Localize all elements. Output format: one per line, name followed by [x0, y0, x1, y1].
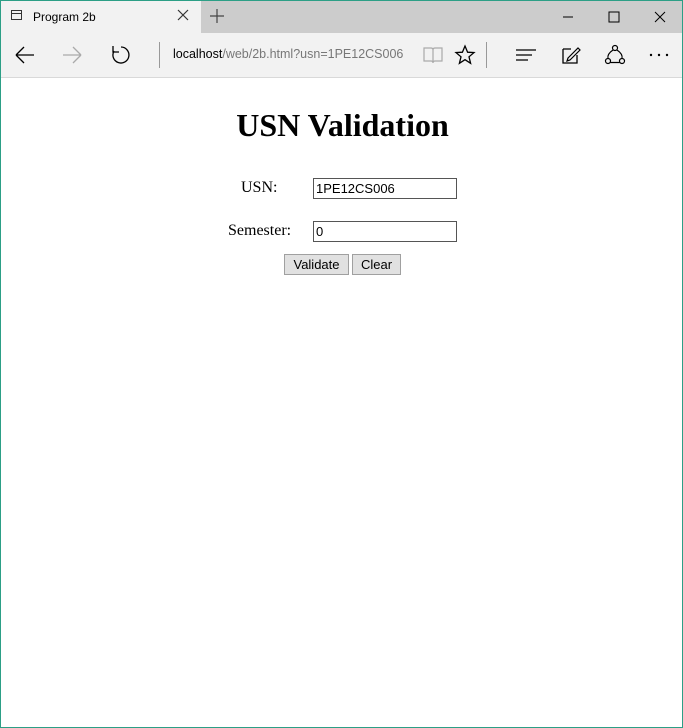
close-window-button[interactable]: [637, 1, 683, 33]
address-host: localhost: [173, 47, 223, 61]
more-icon[interactable]: [647, 43, 671, 67]
address-path: /web/2b.html?usn=1PE12CS006: [222, 47, 404, 61]
web-note-icon[interactable]: [559, 43, 583, 67]
close-icon: [654, 11, 666, 23]
divider: [486, 42, 487, 68]
page-icon: [11, 10, 22, 20]
page-title: USN Validation: [236, 107, 449, 143]
usn-label: USN:: [241, 179, 278, 196]
semester-input[interactable]: [313, 221, 457, 242]
maximize-button[interactable]: [591, 1, 637, 33]
hub-icon[interactable]: [514, 43, 538, 67]
divider: [159, 42, 160, 68]
address-bar[interactable]: localhost/web/2b.html?usn=1PE12CS006: [173, 47, 405, 63]
close-tab-icon[interactable]: [176, 8, 190, 22]
share-icon[interactable]: [603, 43, 627, 67]
title-bar: Program 2b: [1, 1, 682, 33]
maximize-icon: [608, 11, 620, 23]
page-content: USN Validation USN: Semester: Validate C…: [1, 78, 682, 727]
new-tab-icon[interactable]: [209, 8, 225, 24]
browser-window: Program 2b localhost/web/2b.html?usn=1PE…: [0, 0, 683, 728]
back-arrow-icon[interactable]: [13, 43, 37, 67]
validate-button[interactable]: Validate: [284, 254, 349, 275]
reading-view-icon[interactable]: [421, 43, 445, 67]
tab-title: Program 2b: [33, 10, 96, 24]
active-tab[interactable]: Program 2b: [1, 1, 201, 33]
favorite-star-icon[interactable]: [453, 43, 477, 67]
usn-input[interactable]: [313, 178, 457, 199]
semester-label: Semester:: [228, 222, 292, 239]
clear-button[interactable]: Clear: [352, 254, 401, 275]
forward-arrow-icon[interactable]: [60, 43, 84, 67]
minimize-button[interactable]: [545, 1, 591, 33]
minimize-icon: [563, 16, 573, 18]
navigation-bar: localhost/web/2b.html?usn=1PE12CS006: [1, 33, 682, 78]
refresh-icon[interactable]: [109, 43, 133, 67]
